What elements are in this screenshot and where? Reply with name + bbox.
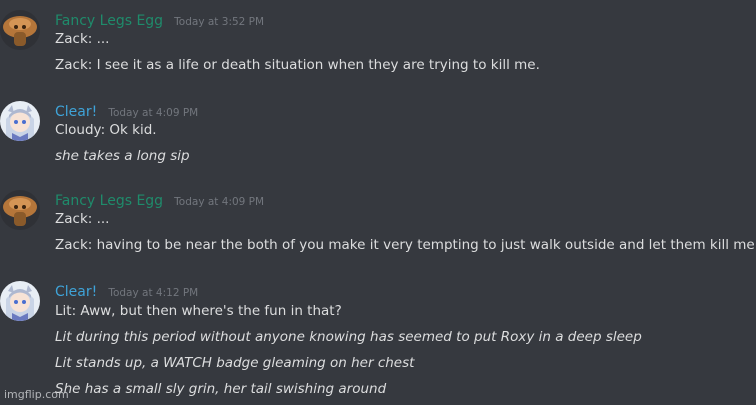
mushroom-avatar-icon[interactable]: [0, 10, 40, 50]
timestamp: Today at 4:09 PM: [108, 107, 199, 119]
message-line: She has a small sly grin, her tail swish…: [55, 381, 387, 397]
message-header: Fancy Legs Egg Today at 3:52 PM: [55, 10, 264, 30]
message-line: she takes a long sip: [55, 148, 190, 164]
timestamp: Today at 4:12 PM: [108, 287, 199, 299]
watermark: imgflip.com: [4, 388, 69, 401]
message-line: Zack: I see it as a life or death situat…: [55, 57, 540, 73]
message-line: Zack: ...: [55, 31, 110, 47]
username[interactable]: Clear!: [55, 104, 97, 120]
username[interactable]: Clear!: [55, 284, 97, 300]
timestamp: Today at 4:09 PM: [174, 196, 265, 208]
message-line: Zack: having to be near the both of you …: [55, 237, 756, 253]
anime-character-avatar-icon[interactable]: [0, 281, 40, 321]
username[interactable]: Fancy Legs Egg: [55, 13, 163, 29]
message-line: Lit: Aww, but then where's the fun in th…: [55, 303, 342, 319]
anime-character-avatar-icon[interactable]: [0, 101, 40, 141]
message-header: Clear! Today at 4:12 PM: [55, 281, 198, 301]
message-line: Zack: ...: [55, 211, 110, 227]
message-line: Lit stands up, a WATCH badge gleaming on…: [55, 355, 415, 371]
message-line: Cloudy: Ok kid.: [55, 122, 157, 138]
message-line: Lit during this period without anyone kn…: [55, 329, 642, 345]
username[interactable]: Fancy Legs Egg: [55, 193, 163, 209]
message-header: Clear! Today at 4:09 PM: [55, 101, 198, 121]
timestamp: Today at 3:52 PM: [174, 16, 265, 28]
message-header: Fancy Legs Egg Today at 4:09 PM: [55, 190, 264, 210]
mushroom-avatar-icon[interactable]: [0, 190, 40, 230]
